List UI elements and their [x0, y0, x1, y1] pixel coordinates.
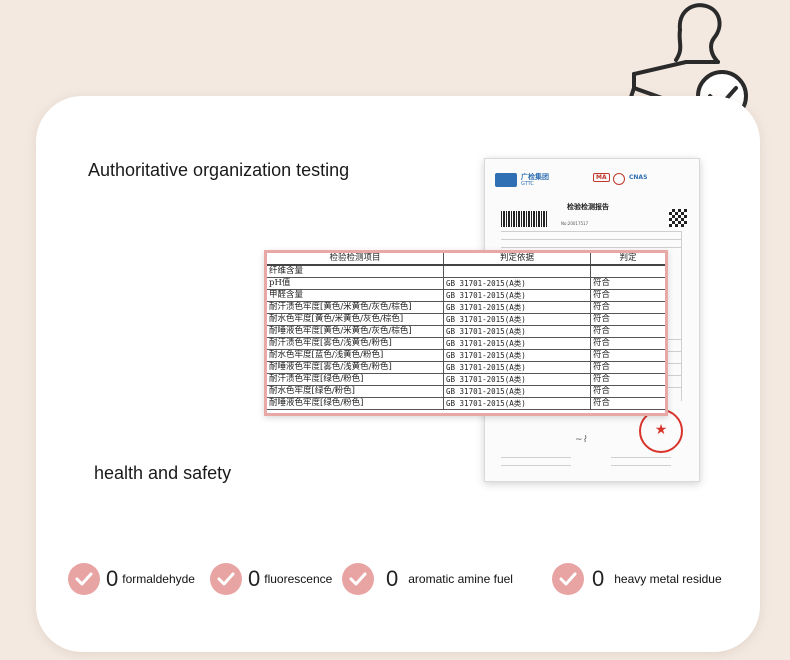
test-verdict: 符合 — [590, 337, 665, 350]
table-row: 甲醛含量 GB 31701-2015(A类) 符合 — [267, 289, 665, 302]
feature-label: fluorescence — [264, 572, 333, 586]
table-row: pH值 GB 31701-2015(A类) 符合 — [267, 277, 665, 290]
org-abbr: GTTC — [521, 181, 534, 187]
feature-count: 0 — [106, 566, 119, 591]
column-header: 判定 — [590, 253, 665, 266]
feature-count: 0 — [248, 566, 261, 591]
table-row: 纤维含量 — [267, 265, 665, 278]
feature-formaldehyde: 0 formaldehyde — [68, 563, 195, 595]
test-verdict: 符合 — [590, 289, 665, 302]
report-rule — [611, 465, 671, 466]
table-header-row: 检验检测项目 判定依据 判定 — [267, 253, 665, 266]
test-standard: GB 31701-2015(A类) — [443, 325, 591, 338]
feature-heavy-metal: 0 heavy metal residue — [552, 563, 722, 595]
test-verdict: 符合 — [590, 385, 665, 398]
test-standard: GB 31701-2015(A类) — [443, 373, 591, 386]
cert-mark: MA — [593, 173, 610, 182]
report-rule — [501, 465, 571, 466]
heading-authority: Authoritative organization testing — [88, 160, 350, 180]
test-item: pH值 — [267, 277, 444, 290]
feature-fluorescence: 0 fluorescence — [210, 563, 332, 595]
feature-count: 0 — [386, 566, 399, 591]
test-verdict: 符合 — [590, 397, 665, 410]
feature-label: heavy metal residue — [614, 572, 722, 586]
report-rule — [501, 247, 681, 248]
heading-health: health and safety — [94, 463, 232, 483]
test-verdict: 符合 — [590, 361, 665, 374]
test-verdict: 符合 — [590, 325, 665, 338]
test-item: 耐汗渍色牢度[雾色/浅黄色/粉色] — [267, 337, 444, 350]
column-header: 判定依据 — [443, 253, 591, 266]
feature-label: aromatic amine fuel — [408, 572, 513, 586]
check-circle-icon — [342, 563, 374, 595]
test-item: 耐唾液色牢度[黄色/米黄色/灰色/棕色] — [267, 325, 444, 338]
check-circle-icon — [68, 563, 100, 595]
cert-circle-icon — [613, 173, 625, 185]
test-standard: GB 31701-2015(A类) — [443, 361, 591, 374]
report-rule — [681, 231, 682, 401]
feature-label: formaldehyde — [122, 572, 195, 586]
cert-mark-2: CNAS — [629, 174, 648, 181]
table-row: 耐汗渍色牢度[雾色/浅黄色/粉色] GB 31701-2015(A类) 符合 — [267, 337, 665, 350]
test-verdict: 符合 — [590, 277, 665, 290]
report-title: 检验检测报告 — [567, 203, 609, 211]
test-verdict — [590, 265, 665, 278]
test-item: 耐水色牢度[黄色/米黄色/灰色/棕色] — [267, 313, 444, 326]
feature-count: 0 — [592, 566, 605, 591]
test-standard: GB 31701-2015(A类) — [443, 289, 591, 302]
test-standard: GB 31701-2015(A类) — [443, 277, 591, 290]
test-item: 耐唾液色牢度[绿色/粉色] — [267, 397, 444, 410]
test-standard: GB 31701-2015(A类) — [443, 397, 591, 410]
barcode-icon — [501, 211, 547, 227]
check-circle-icon — [552, 563, 584, 595]
test-standard: GB 31701-2015(A类) — [443, 385, 591, 398]
table-row: 耐水色牢度[黄色/米黄色/灰色/棕色] GB 31701-2015(A类) 符合 — [267, 313, 665, 326]
test-standard — [443, 265, 591, 278]
table-row: 耐唾液色牢度[黄色/米黄色/灰色/棕色] GB 31701-2015(A类) 符… — [267, 325, 665, 338]
test-verdict: 符合 — [590, 349, 665, 362]
test-standard: GB 31701-2015(A类) — [443, 337, 591, 350]
qr-code-icon — [669, 209, 687, 227]
test-verdict: 符合 — [590, 373, 665, 386]
test-item: 耐水色牢度[绿色/粉色] — [267, 385, 444, 398]
table-row: 耐汗渍色牢度[黄色/米黄色/灰色/棕色] GB 31701-2015(A类) 符… — [267, 301, 665, 314]
test-standard: GB 31701-2015(A类) — [443, 301, 591, 314]
report-rule — [501, 457, 571, 458]
table-row: 耐汗渍色牢度[绿色/粉色] GB 31701-2015(A类) 符合 — [267, 373, 665, 386]
test-standard: GB 31701-2015(A类) — [443, 313, 591, 326]
test-results-table: 检验检测项目 判定依据 判定 纤维含量 pH值 GB 31701-2015(A类… — [264, 250, 668, 416]
test-item: 耐唾液色牢度[雾色/浅黄色/粉色] — [267, 361, 444, 374]
table-row: 耐水色牢度[绿色/粉色] GB 31701-2015(A类) 符合 — [267, 385, 665, 398]
test-verdict: 符合 — [590, 313, 665, 326]
feature-aromatic-amine: 0 aromatic amine fuel — [342, 563, 513, 595]
table-row: 耐唾液色牢度[雾色/浅黄色/粉色] GB 31701-2015(A类) 符合 — [267, 361, 665, 374]
test-item: 耐汗渍色牢度[绿色/粉色] — [267, 373, 444, 386]
table-row: 耐水色牢度[蓝色/浅黄色/粉色] GB 31701-2015(A类) 符合 — [267, 349, 665, 362]
test-item: 耐汗渍色牢度[黄色/米黄色/灰色/棕色] — [267, 301, 444, 314]
report-number: No:20017517 — [561, 221, 589, 226]
report-rule — [611, 457, 671, 458]
report-rule — [501, 239, 681, 240]
check-circle-icon — [210, 563, 242, 595]
org-logo-icon — [495, 173, 517, 187]
report-rule — [501, 231, 681, 232]
signature-icon: ~⌇ — [575, 435, 587, 445]
test-verdict: 符合 — [590, 301, 665, 314]
column-header: 检验检测项目 — [267, 253, 444, 266]
test-standard: GB 31701-2015(A类) — [443, 349, 591, 362]
test-item: 甲醛含量 — [267, 289, 444, 302]
table-row: 耐唾液色牢度[绿色/粉色] GB 31701-2015(A类) 符合 — [267, 397, 665, 410]
test-item: 纤维含量 — [267, 265, 444, 278]
test-item: 耐水色牢度[蓝色/浅黄色/粉色] — [267, 349, 444, 362]
